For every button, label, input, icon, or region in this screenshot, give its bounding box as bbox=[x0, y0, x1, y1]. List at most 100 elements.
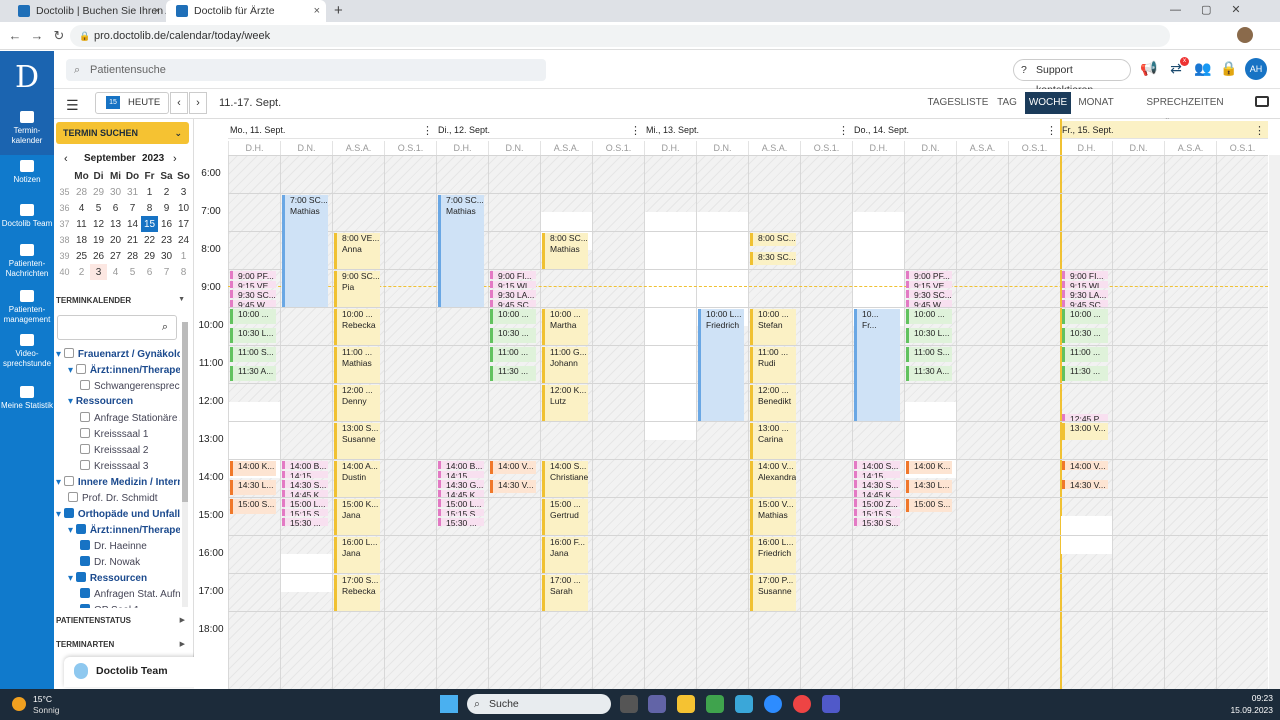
checkbox[interactable] bbox=[75, 364, 86, 374]
appointment[interactable]: 15:30 S... bbox=[854, 518, 900, 526]
zoom-icon[interactable] bbox=[735, 695, 753, 713]
user-avatar[interactable]: AH bbox=[1245, 58, 1267, 80]
mini-day[interactable]: 28 bbox=[124, 248, 141, 264]
checkbox[interactable] bbox=[75, 572, 86, 582]
appointment[interactable]: 11:30 A... bbox=[230, 366, 276, 382]
appointment[interactable]: 11:00 ... Rudi bbox=[750, 347, 796, 383]
team-icon[interactable]: 👥 bbox=[1194, 60, 1212, 78]
checkbox[interactable] bbox=[80, 556, 90, 566]
view-tagesliste[interactable]: TAGESLISTE bbox=[925, 92, 991, 114]
appointment[interactable]: 15:00 S... bbox=[906, 499, 952, 513]
available-slot[interactable] bbox=[697, 212, 748, 288]
mini-day[interactable]: 29 bbox=[141, 248, 158, 264]
checkbox[interactable] bbox=[68, 492, 78, 502]
appointment[interactable]: 14:00 K... bbox=[906, 461, 952, 475]
mini-day[interactable]: 1 bbox=[141, 184, 158, 200]
appointment[interactable]: 15:00 S... bbox=[230, 499, 276, 515]
nav-patienten-management[interactable]: Patienten-management bbox=[0, 290, 54, 330]
mini-day[interactable]: 5 bbox=[90, 200, 107, 216]
window-controls[interactable]: —▢✕ bbox=[1170, 3, 1261, 16]
appointment[interactable]: 15:00 Z... bbox=[854, 499, 900, 507]
appointment[interactable]: 14:30 S... bbox=[282, 480, 328, 488]
calendar-column[interactable] bbox=[592, 155, 644, 689]
doctolib-logo[interactable]: D bbox=[0, 51, 54, 105]
mini-day[interactable]: 11 bbox=[73, 216, 90, 232]
mini-day[interactable]: 31 bbox=[124, 184, 141, 200]
calendar-column[interactable] bbox=[1112, 155, 1164, 689]
tree-item[interactable]: Dr. Nowak bbox=[80, 556, 180, 568]
tree-item[interactable]: Prof. Dr. Schmidt bbox=[68, 492, 180, 504]
tree-item[interactable]: ▾ Orthopäde und Unfallchirurg bbox=[56, 508, 180, 520]
new-tab-button[interactable]: + bbox=[334, 2, 343, 19]
nav-termin-kalender[interactable]: Termin-kalender bbox=[0, 105, 54, 155]
tree-item[interactable]: Kreisssaal 1 bbox=[80, 428, 180, 440]
mini-prev-month[interactable]: ‹ bbox=[64, 153, 68, 165]
appointment[interactable]: 7:00 SC... Mathias bbox=[282, 195, 328, 307]
appointment[interactable]: 10:00 ... bbox=[230, 309, 276, 325]
mini-day[interactable]: 21 bbox=[124, 232, 141, 248]
appointment[interactable]: 10:00 L... Friedrich bbox=[698, 309, 744, 421]
appointment[interactable]: 9:15 WI... bbox=[1062, 280, 1108, 288]
appointment[interactable]: 14:00 A... Dustin bbox=[334, 461, 380, 497]
prev-week-button[interactable]: ‹ bbox=[170, 92, 188, 114]
caret-icon[interactable]: ▾ bbox=[68, 396, 76, 407]
appointment[interactable]: 10:00 ... Rebecka bbox=[334, 309, 380, 345]
mini-day[interactable]: 16 bbox=[158, 216, 175, 232]
calendar-column[interactable] bbox=[1008, 155, 1060, 689]
caret-icon[interactable]: ▾ bbox=[56, 509, 64, 520]
tree-item[interactable]: Anfragen Stat. Aufnahme bbox=[80, 588, 180, 600]
nav-notizen[interactable]: Notizen bbox=[0, 158, 54, 190]
appointment[interactable]: 14:00 K... bbox=[230, 461, 276, 477]
mini-day[interactable]: 25 bbox=[73, 248, 90, 264]
reload-icon[interactable]: ↻ bbox=[51, 28, 67, 44]
calendar-column[interactable] bbox=[800, 155, 852, 689]
windows-start-icon[interactable] bbox=[440, 695, 458, 713]
nav-doctolib-team[interactable]: Doctolib Team bbox=[0, 204, 54, 236]
mini-day[interactable]: 7 bbox=[158, 264, 175, 280]
caret-icon[interactable]: ▾ bbox=[68, 365, 76, 376]
calendar-column[interactable] bbox=[1060, 155, 1112, 689]
mini-day[interactable]: 6 bbox=[141, 264, 158, 280]
appointment[interactable]: 7:00 SC... Mathias bbox=[438, 195, 484, 307]
url-field[interactable]: 🔒 pro.doctolib.de/calendar/today/week bbox=[70, 25, 1170, 47]
checkbox[interactable] bbox=[63, 476, 74, 486]
patient-search-input[interactable]: ⌕ Patientensuche bbox=[66, 59, 546, 81]
appointment[interactable]: 14:45 K... bbox=[854, 489, 900, 497]
appointment[interactable]: 11:00 ... bbox=[490, 347, 536, 363]
appointment[interactable]: 11:00 S... bbox=[230, 347, 276, 363]
view-sprechzeiten-aendern[interactable]: SPRECHZEITEN ÄNDERN bbox=[1126, 92, 1244, 130]
termin-suchen-button[interactable]: TERMIN SUCHEN ⌄ bbox=[56, 122, 189, 144]
mini-day[interactable]: 5 bbox=[124, 264, 141, 280]
appointment[interactable]: 10:30 ... bbox=[490, 328, 536, 344]
appointment[interactable]: 14:30 L... bbox=[230, 480, 276, 496]
mini-day[interactable]: 17 bbox=[175, 216, 192, 232]
appointment[interactable]: 13:00 ... Carina bbox=[750, 423, 796, 459]
mini-next-month[interactable]: › bbox=[173, 153, 177, 165]
mini-day[interactable]: 19 bbox=[90, 232, 107, 248]
tree-item[interactable]: Kreisssaal 2 bbox=[80, 444, 180, 456]
appointment[interactable]: 15:00 ... Gertrud bbox=[542, 499, 588, 535]
available-slot[interactable] bbox=[645, 212, 696, 288]
caret-icon[interactable]: ▾ bbox=[56, 349, 64, 360]
appointment[interactable]: 15:30 ... bbox=[438, 518, 484, 526]
checkbox[interactable] bbox=[63, 508, 74, 518]
appointment[interactable]: 14:00 S... Christiane bbox=[542, 461, 588, 497]
checkbox[interactable] bbox=[75, 524, 86, 534]
appointment[interactable]: 9:45 W... bbox=[230, 299, 276, 307]
calendar-column[interactable] bbox=[488, 155, 540, 689]
appointment[interactable]: 9:00 FI... bbox=[490, 271, 536, 279]
mini-day[interactable]: 22 bbox=[141, 232, 158, 248]
mini-day[interactable]: 1 bbox=[175, 248, 192, 264]
appointment[interactable]: 14:30 L... bbox=[906, 480, 952, 494]
screen-icon[interactable] bbox=[1255, 96, 1269, 107]
checkbox[interactable] bbox=[80, 604, 90, 608]
appointment[interactable]: 9:00 SC... Pia bbox=[334, 271, 380, 307]
tree-item[interactable]: Schwangerensprechstunde bbox=[80, 380, 180, 392]
mini-day[interactable]: 3 bbox=[175, 184, 192, 200]
megaphone-icon[interactable]: 📢 bbox=[1140, 60, 1158, 78]
more-options-icon[interactable]: ⋮ bbox=[1254, 124, 1265, 137]
nav-video-sprechstunde[interactable]: Video-sprechstunde bbox=[0, 334, 54, 374]
mini-day[interactable]: 15 bbox=[141, 216, 158, 232]
slack-icon[interactable] bbox=[706, 695, 724, 713]
profile-avatar[interactable] bbox=[1237, 27, 1253, 43]
